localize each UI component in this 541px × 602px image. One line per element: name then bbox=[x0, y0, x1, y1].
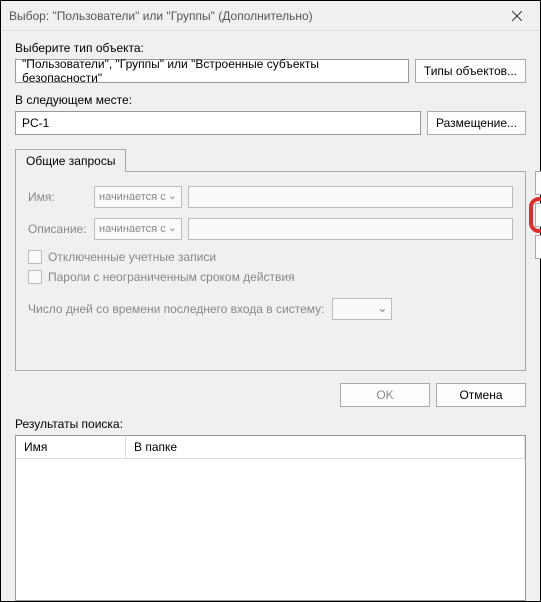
object-type-label: Выберите тип объекта: bbox=[15, 41, 526, 55]
columns-button[interactable]: Столбцы... bbox=[535, 171, 541, 195]
search-button[interactable]: Поиск bbox=[535, 203, 541, 227]
window-title: Выбор: "Пользователи" или "Группы" (Допо… bbox=[9, 9, 502, 23]
object-types-button[interactable]: Типы объектов... bbox=[415, 59, 526, 83]
cancel-button[interactable]: Отмена bbox=[436, 383, 526, 407]
disabled-accounts-checkbox[interactable] bbox=[28, 250, 42, 264]
titlebar: Выбор: "Пользователи" или "Группы" (Допо… bbox=[1, 1, 540, 31]
name-input[interactable] bbox=[188, 186, 513, 208]
name-match-dropdown[interactable]: начинается с bbox=[94, 186, 182, 208]
non-expiring-passwords-checkbox[interactable] bbox=[28, 270, 42, 284]
object-type-input[interactable]: "Пользователи", "Группы" или "Встроенные… bbox=[15, 59, 409, 83]
non-expiring-passwords-label: Пароли с неограниченным сроком действия bbox=[48, 270, 295, 284]
description-match-dropdown[interactable]: начинается с bbox=[94, 218, 182, 240]
ok-button[interactable]: OK bbox=[340, 383, 430, 407]
close-button[interactable] bbox=[502, 1, 532, 31]
disabled-accounts-label: Отключенные учетные записи bbox=[48, 250, 216, 264]
description-label: Описание: bbox=[28, 222, 88, 236]
results-table[interactable]: Имя В папке bbox=[15, 435, 526, 601]
tab-body: Имя: начинается с Описание: начинается с bbox=[15, 171, 526, 371]
location-value: PC-1 bbox=[22, 116, 49, 130]
close-icon bbox=[512, 11, 522, 21]
locations-button[interactable]: Размещение... bbox=[427, 111, 526, 135]
column-name[interactable]: Имя bbox=[16, 436, 126, 459]
location-input[interactable]: PC-1 bbox=[15, 111, 421, 135]
search-highlight: Поиск bbox=[529, 197, 541, 233]
location-label: В следующем месте: bbox=[15, 93, 526, 107]
days-dropdown[interactable] bbox=[332, 298, 392, 320]
tab-common-queries[interactable]: Общие запросы bbox=[15, 149, 126, 172]
days-label: Число дней со времени последнего входа в… bbox=[28, 302, 324, 316]
object-type-value: "Пользователи", "Группы" или "Встроенные… bbox=[22, 57, 402, 85]
column-folder[interactable]: В папке bbox=[126, 436, 525, 459]
description-input[interactable] bbox=[188, 218, 513, 240]
stop-button[interactable]: Стоп bbox=[535, 235, 541, 259]
results-label: Результаты поиска: bbox=[15, 417, 526, 431]
name-label: Имя: bbox=[28, 190, 88, 204]
